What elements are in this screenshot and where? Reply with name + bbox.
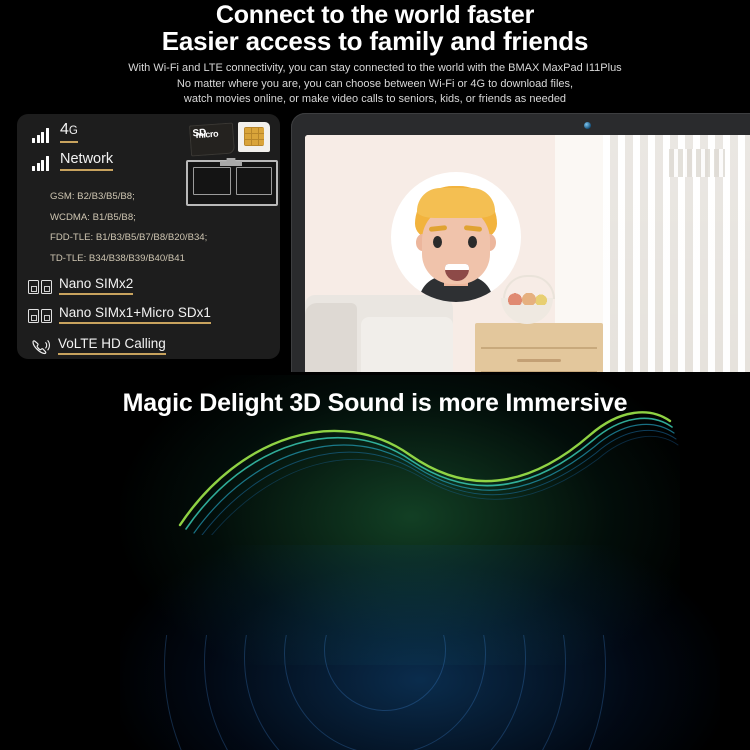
spec-row-network: Network — [32, 152, 114, 171]
microsd-card-icon: micro SD — [188, 122, 236, 157]
sim-chip — [244, 127, 264, 146]
caller-avatar — [391, 172, 521, 302]
fruit — [507, 293, 547, 305]
signal-bars-icon — [32, 155, 54, 171]
video-call-tablet — [291, 113, 750, 372]
spec-row-4g: 4G — [32, 122, 78, 143]
body-line-2: No matter where you are, you can choose … — [176, 77, 574, 90]
nightstand — [475, 323, 603, 372]
spec-label-dual-sim: Nano SIMx2 — [59, 276, 134, 295]
sound-section: Magic Delight 3D Sound is more Immersive — [0, 375, 750, 750]
connectivity-section: Connect to the world faster Easier acces… — [0, 0, 750, 375]
spec-label-network: Network — [60, 152, 114, 171]
product-feature-page: Connect to the world faster Easier acces… — [0, 0, 750, 750]
spec-label-volte: VoLTE HD Calling — [58, 336, 166, 355]
band-fdd: FDD-TLE: B1/B3/B5/B7/B8/B20/B34; — [50, 232, 208, 243]
spec-label-4g: 4G — [60, 122, 78, 143]
sim-sd-icon — [28, 309, 54, 324]
spec-row-dual-sim: Nano SIMx2 — [28, 276, 134, 295]
heading-line-1: Connect to the world faster — [215, 1, 535, 29]
sound-wave-rings — [150, 635, 620, 750]
nano-sim-card-icon — [238, 122, 270, 152]
sofa — [305, 295, 453, 372]
sim-tray-artwork: micro SD — [186, 122, 278, 210]
body-line-1: With Wi-Fi and LTE connectivity, you can… — [128, 62, 622, 74]
signal-bars-icon — [32, 127, 54, 143]
band-td: TD-TLE: B34/B38/B39/B40/B41 — [50, 252, 185, 264]
dual-sim-icon — [28, 280, 54, 295]
sim-tray-icon — [186, 160, 278, 206]
volte-phone-icon — [30, 339, 52, 355]
tablet-screen — [305, 135, 750, 372]
spec-row-sim-sd: Nano SIMx1+Micro SDx1 — [28, 305, 211, 324]
heading-line-2: Easier access to family and friends — [161, 26, 589, 56]
connectivity-header: Connect to the world faster Easier acces… — [0, 2, 750, 108]
front-camera-icon — [584, 122, 591, 129]
spec-label-sim-sd: Nano SIMx1+Micro SDx1 — [59, 305, 211, 324]
sound-heading: Magic Delight 3D Sound is more Immersive — [122, 389, 628, 417]
room-background — [305, 135, 750, 372]
body-line-3: watch movies online, or make video calls… — [183, 93, 567, 105]
band-wcdma: WCDMA: B1/B5/B8; — [50, 211, 136, 223]
spec-row-volte: VoLTE HD Calling — [30, 336, 166, 355]
